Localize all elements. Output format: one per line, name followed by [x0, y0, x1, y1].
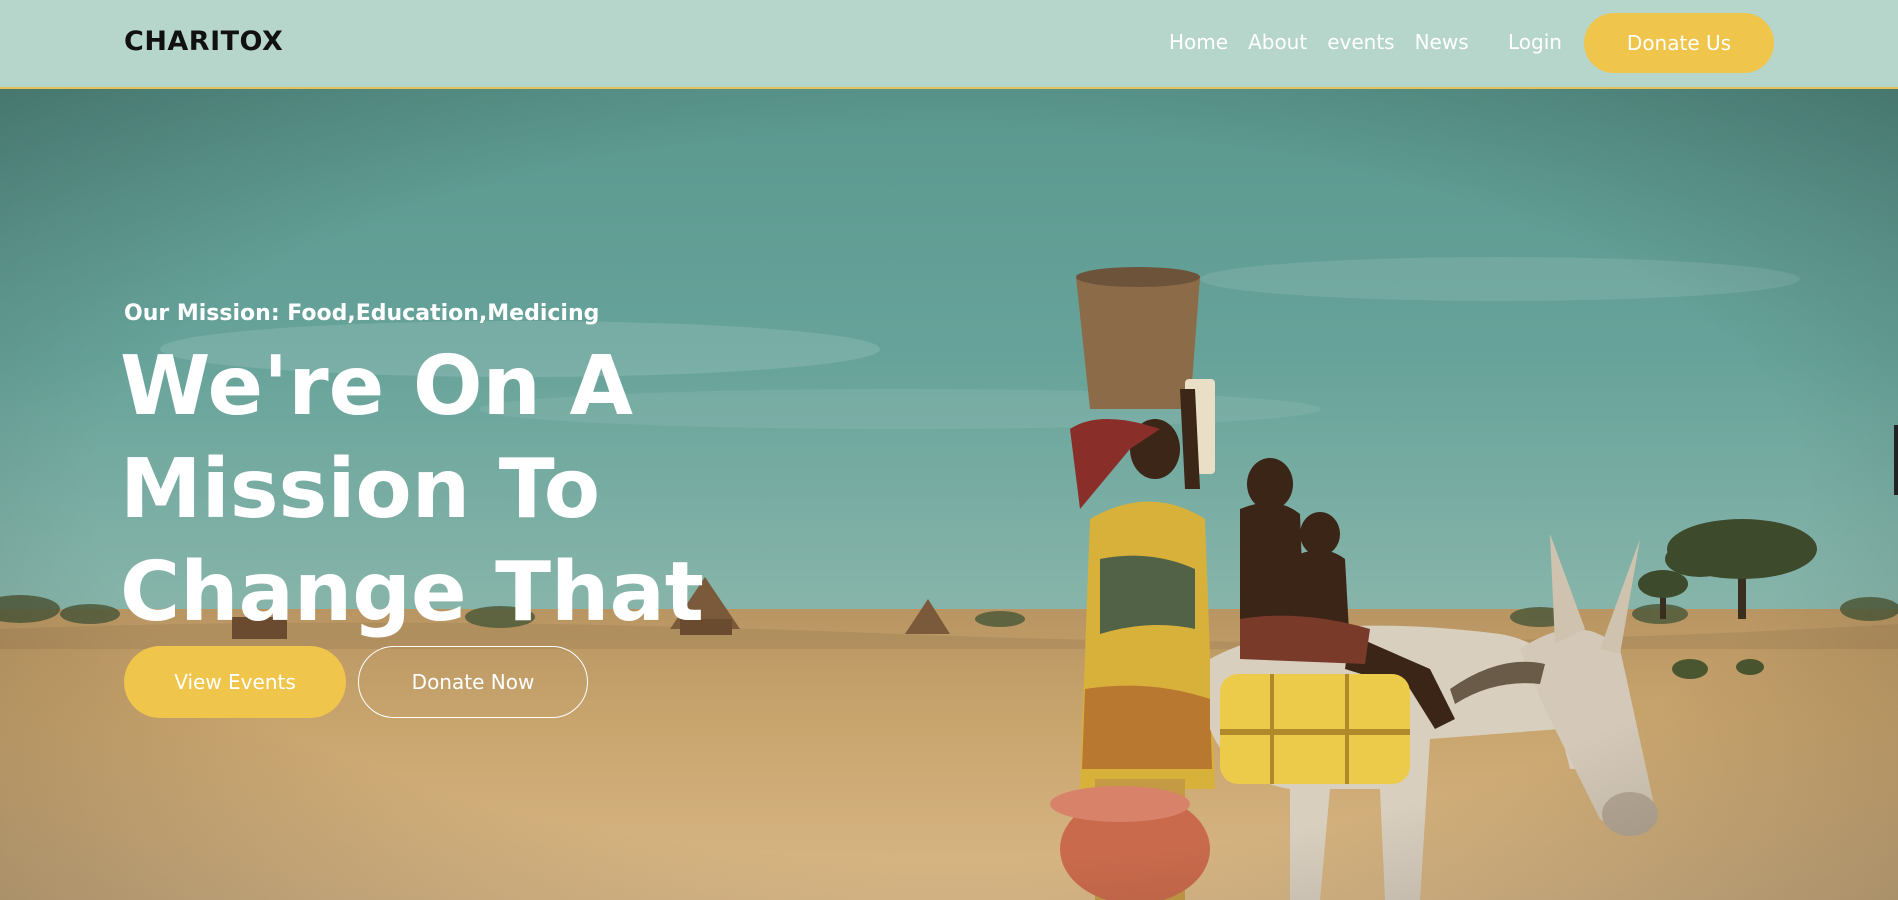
nav-item-events[interactable]: events: [1327, 30, 1394, 54]
hero-title-line-2: Mission To: [120, 442, 601, 537]
hero-title-line-1: We're On A: [120, 339, 633, 434]
hero-title-line-3: Change That: [120, 545, 704, 640]
nav-item-home[interactable]: Home: [1169, 30, 1228, 54]
nav-menu: Home About events News: [1169, 30, 1469, 54]
donate-now-button[interactable]: Donate Now: [358, 646, 588, 718]
page: CHARITOX Home About events News Login Do…: [0, 0, 1898, 900]
nav-item-about[interactable]: About: [1248, 30, 1307, 54]
login-link[interactable]: Login: [1508, 30, 1562, 54]
mission-subtitle: Our Mission: Food,Education,Medicing: [124, 301, 600, 326]
view-events-button[interactable]: View Events: [124, 646, 346, 718]
donate-us-button[interactable]: Donate Us: [1584, 13, 1774, 73]
nav-item-news[interactable]: News: [1415, 30, 1469, 54]
site-logo[interactable]: CHARITOX: [124, 26, 283, 57]
navbar: CHARITOX Home About events News Login Do…: [0, 0, 1898, 89]
hero-title: We're On A Mission To Change That: [120, 335, 720, 644]
hero-section: Our Mission: Food,Education,Medicing We'…: [0, 89, 1898, 900]
edge-scroll-tab[interactable]: [1894, 425, 1898, 495]
